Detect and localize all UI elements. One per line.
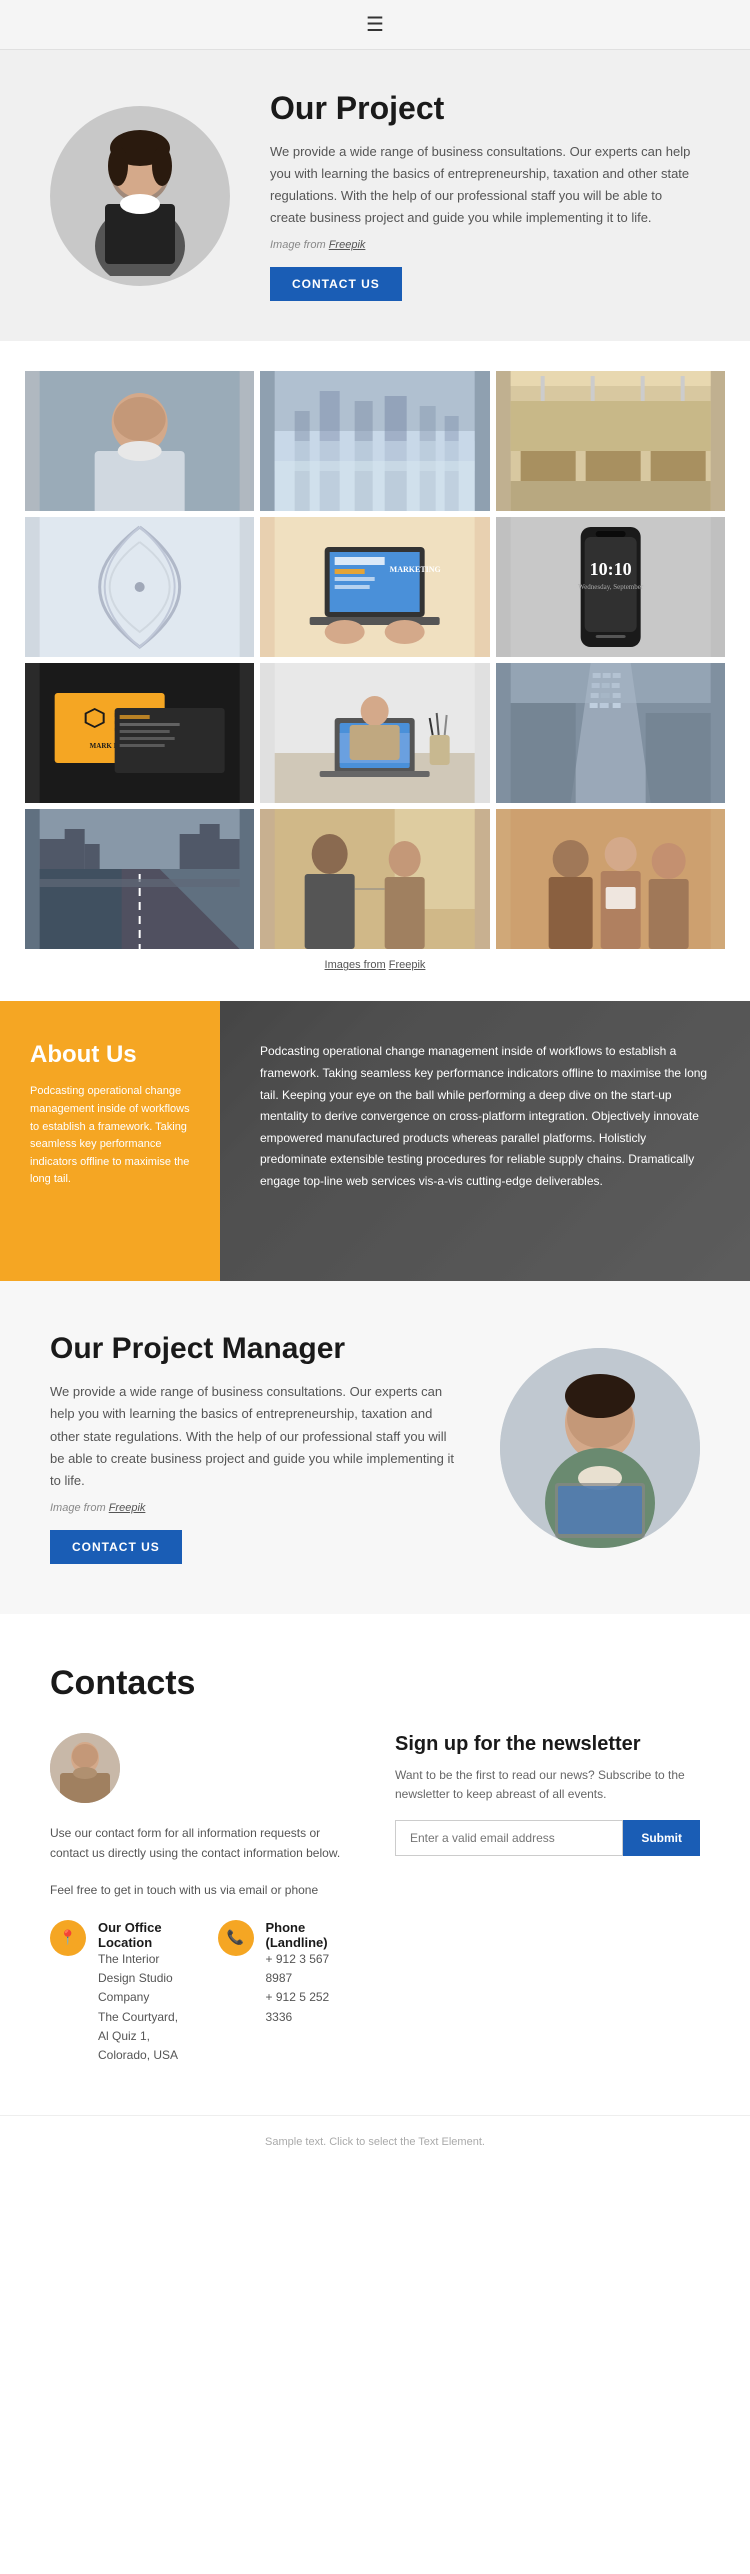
contact-description: Use our contact form for all information… [50, 1823, 355, 1864]
footer-sample-text: Sample text. Click to select the Text El… [0, 2115, 750, 2168]
contacts-title: Contacts [50, 1664, 700, 1703]
location-icon: 📍 [50, 1920, 86, 1956]
hero-avatar [50, 106, 230, 286]
gallery-item-architecture [25, 517, 254, 657]
pm-avatar [500, 1348, 700, 1548]
phone-label: Phone (Landline) [266, 1920, 356, 1950]
hero-section: Our Project We provide a wide range of b… [0, 50, 750, 341]
pm-content: Our Project Manager We provide a wide ra… [50, 1331, 460, 1563]
gallery-item-business-card: MARK DEAN [25, 663, 254, 803]
contacts-grid: Use our contact form for all information… [50, 1733, 700, 2065]
contacts-section: Contacts Use our contact form for all in… [0, 1614, 750, 2115]
pm-title: Our Project Manager [50, 1331, 460, 1367]
contact-office: 📍 Our Office Location The Interior Desig… [50, 1920, 188, 2065]
hero-content: Our Project We provide a wide range of b… [270, 90, 700, 301]
newsletter-title: Sign up for the newsletter [395, 1733, 700, 1756]
contact-sub-description: Feel free to get in touch with us via em… [50, 1880, 355, 1900]
about-section: About Us Podcasting operational change m… [0, 1001, 750, 1281]
contacts-right: Sign up for the newsletter Want to be th… [395, 1733, 700, 1856]
gallery-item-person [25, 371, 254, 511]
svg-text:10:10: 10:10 [589, 559, 631, 579]
gallery-item-phone: 10:10 Wednesday, September [496, 517, 725, 657]
office-line2: The Courtyard, Al Quiz 1, Colorado, USA [98, 2008, 188, 2066]
gallery-item-laptop-marketing: MARKETING [260, 517, 489, 657]
office-label: Our Office Location [98, 1920, 188, 1950]
hero-contact-button[interactable]: CONTACT US [270, 267, 402, 301]
about-title: About Us [30, 1041, 190, 1069]
about-sidebar-text: Podcasting operational change management… [30, 1083, 190, 1189]
pm-contact-button[interactable]: CONTACT US [50, 1530, 182, 1564]
contact-avatar [50, 1733, 120, 1803]
about-sidebar: About Us Podcasting operational change m… [0, 1001, 220, 1281]
gallery-grid: MARKETING 10:10 Wednesday, September [25, 371, 725, 949]
hero-image-credit: Image from Freepik [270, 239, 700, 251]
header: ☰ [0, 0, 750, 50]
gallery-item-meeting2 [496, 809, 725, 949]
project-manager-section: Our Project Manager We provide a wide ra… [0, 1281, 750, 1613]
gallery-item-meeting1 [260, 809, 489, 949]
gallery-item-desk-setup [260, 663, 489, 803]
hero-description: We provide a wide range of business cons… [270, 141, 700, 229]
contact-phone: 📞 Phone (Landline) + 912 3 567 8987 + 91… [218, 1920, 356, 2065]
svg-text:MARKETING: MARKETING [390, 565, 441, 574]
phone-line2: + 912 5 252 3336 [266, 1988, 356, 2026]
hamburger-menu-icon[interactable]: ☰ [366, 12, 384, 37]
gallery-credit: Images from Freepik [25, 959, 725, 991]
gallery-item-office [496, 371, 725, 511]
gallery-section: MARKETING 10:10 Wednesday, September [0, 341, 750, 1001]
newsletter-description: Want to be the first to read our news? S… [395, 1766, 700, 1804]
pm-image-credit: Image from Freepik [50, 1502, 460, 1514]
hero-title: Our Project [270, 90, 700, 127]
contacts-left: Use our contact form for all information… [50, 1733, 355, 2065]
newsletter-form: Submit [395, 1820, 700, 1856]
phone-line1: + 912 3 567 8987 [266, 1950, 356, 1988]
svg-text:Wednesday, September: Wednesday, September [578, 583, 644, 591]
gallery-item-building [496, 663, 725, 803]
phone-icon: 📞 [218, 1920, 254, 1956]
gallery-item-road [25, 809, 254, 949]
about-main-text: Podcasting operational change management… [220, 1001, 750, 1281]
gallery-item-city [260, 371, 489, 511]
newsletter-email-input[interactable] [395, 1820, 623, 1856]
contacts-person-row [50, 1733, 355, 1803]
newsletter-submit-button[interactable]: Submit [623, 1820, 700, 1856]
pm-description: We provide a wide range of business cons… [50, 1381, 460, 1491]
office-line1: The Interior Design Studio Company [98, 1950, 188, 2008]
contact-info-row: 📍 Our Office Location The Interior Desig… [50, 1920, 355, 2065]
